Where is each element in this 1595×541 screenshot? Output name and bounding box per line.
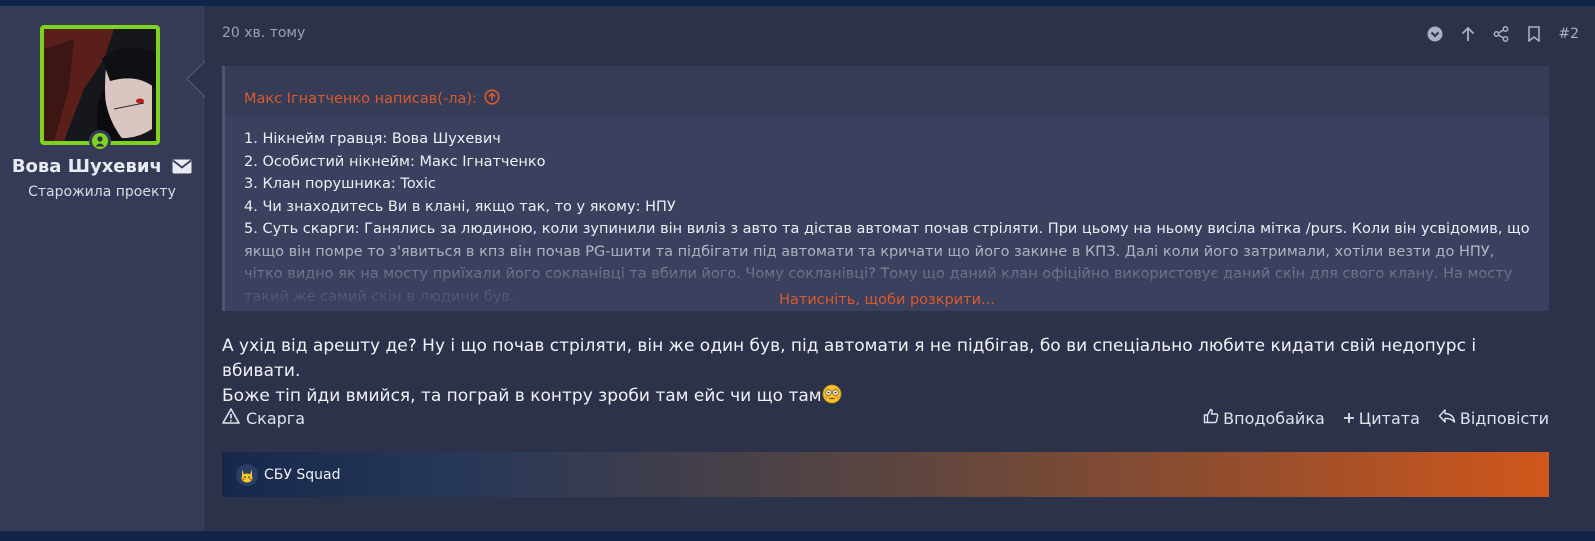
- quote-content: 1. Нікнейм гравця: Вова Шухевич 2. Особи…: [225, 116, 1549, 311]
- quote-line: 1. Нікнейм гравця: Вова Шухевич: [244, 131, 501, 147]
- post-number-link[interactable]: #2: [1558, 26, 1579, 42]
- quote-header[interactable]: Макс Ігнатченко написав(-ла):: [225, 66, 1549, 116]
- message-text: Боже тіп йди вмийся, та пограй в контру …: [222, 386, 822, 406]
- username[interactable]: Вова Шухевич: [0, 156, 204, 179]
- post-actions: #2: [1426, 23, 1579, 45]
- quote-line: 3. Клан порушника: Toxic: [244, 176, 436, 192]
- warning-icon: [222, 408, 240, 428]
- like-label[interactable]: Вподобайка: [1223, 409, 1325, 428]
- expand-quote-link[interactable]: Натисніть, щоби розкрити...: [225, 289, 1549, 311]
- reply-label[interactable]: Відповісти: [1460, 409, 1549, 428]
- report-link[interactable]: Скарга: [222, 408, 305, 428]
- report-label[interactable]: Скарга: [246, 409, 305, 428]
- reply-button[interactable]: Відповісти: [1438, 408, 1549, 428]
- forum-post: Вова Шухевич Старожила проекту 20 хв. то…: [0, 6, 1595, 531]
- user-title: Старожила проекту: [28, 184, 176, 200]
- thumbs-up-icon: [1203, 408, 1219, 428]
- user-signature: СБУ Squad: [222, 452, 1549, 497]
- user-sidebar: Вова Шухевич Старожила проекту: [0, 6, 204, 531]
- bookmark-icon[interactable]: [1525, 25, 1543, 43]
- arrow-circle-up-icon[interactable]: [484, 88, 500, 109]
- quote-block: Макс Ігнатченко написав(-ла): 1. Нікнейм…: [222, 66, 1549, 311]
- like-button[interactable]: Вподобайка: [1203, 408, 1325, 428]
- username-text[interactable]: Вова Шухевич: [12, 156, 162, 177]
- quote-line: 4. Чи знаходитесь Ви в клані, якщо так, …: [244, 198, 676, 215]
- speech-arrow-inner: [188, 62, 205, 96]
- share-icon[interactable]: [1492, 25, 1510, 43]
- bottom-bar: [0, 531, 1595, 541]
- post-timestamp[interactable]: 20 хв. тому: [222, 25, 305, 41]
- signature-text: СБУ Squad: [264, 466, 341, 483]
- mail-icon[interactable]: [172, 158, 192, 179]
- quote-button[interactable]: Цитата: [1343, 409, 1420, 428]
- post-message: А ухід від арешту де? Ну і що почав стрі…: [222, 334, 1552, 412]
- chevron-down-icon[interactable]: [1426, 25, 1444, 43]
- reply-icon: [1438, 408, 1456, 428]
- quote-line: 2. Особистий нікнейм: Макс Ігнатченко: [244, 153, 546, 170]
- message-line: А ухід від арешту де? Ну і що почав стрі…: [222, 336, 1477, 381]
- flushed-face-icon: [822, 384, 842, 412]
- pikachu-icon: [236, 463, 258, 486]
- quote-author[interactable]: Макс Ігнатченко написав(-ла):: [244, 91, 477, 107]
- arrow-up-icon[interactable]: [1459, 25, 1477, 43]
- plus-icon: [1343, 409, 1355, 428]
- online-status-icon: [89, 130, 111, 152]
- quote-label[interactable]: Цитата: [1359, 409, 1420, 428]
- post-footer-actions: Вподобайка Цитата Відповісти: [1203, 408, 1549, 428]
- avatar[interactable]: [40, 25, 160, 145]
